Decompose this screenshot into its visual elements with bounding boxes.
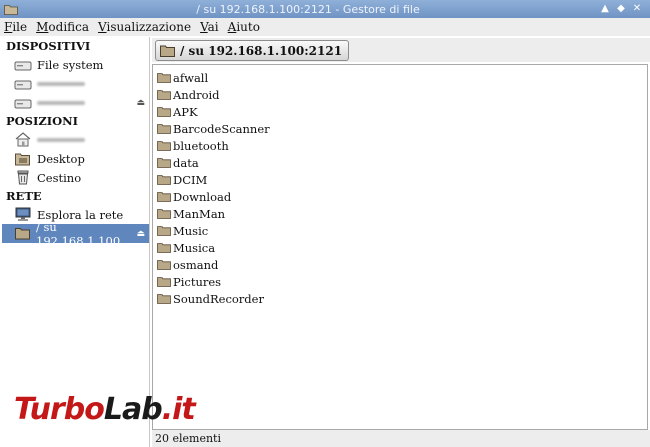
watermark-part: Lab (103, 392, 163, 427)
title-bar: / su 192.168.1.100:2121 - Gestore di fil… (0, 0, 650, 18)
folder-icon (157, 260, 171, 270)
redacted-label (37, 100, 85, 105)
home-icon (14, 132, 32, 148)
menu-edit[interactable]: Modifica (36, 20, 89, 34)
file-row[interactable]: APK (153, 103, 647, 120)
file-row[interactable]: DCIM (153, 171, 647, 188)
folder-icon (157, 226, 171, 236)
file-name: BarcodeScanner (173, 121, 270, 136)
location-bar: / su 192.168.1.100:2121 (152, 38, 650, 62)
path-label: / su 192.168.1.100:2121 (180, 43, 343, 58)
folder-icon (4, 4, 18, 15)
folder-icon (157, 90, 171, 100)
file-name: afwall (173, 70, 209, 85)
section-devices: DISPOSITIVI (6, 39, 91, 53)
file-row[interactable]: osmand (153, 256, 647, 273)
folder-icon (157, 73, 171, 83)
folder-icon (157, 294, 171, 304)
watermark-part: Turbo (14, 392, 105, 427)
folder-icon (157, 158, 171, 168)
file-row[interactable]: Musica (153, 239, 647, 256)
folder-icon (14, 226, 31, 242)
menu-bar: File Modifica Visualizzazione Vai Aiuto (0, 18, 650, 36)
folder-icon (160, 45, 175, 57)
file-row[interactable]: Android (153, 86, 647, 103)
sidebar-item-trash[interactable]: Cestino (2, 168, 149, 187)
folder-icon (157, 209, 171, 219)
eject-icon[interactable]: ⏏ (136, 98, 145, 108)
close-button[interactable]: ✕ (630, 2, 644, 16)
sidebar-item-label: File system (37, 57, 104, 72)
file-row[interactable]: Download (153, 188, 647, 205)
file-name: DCIM (173, 172, 208, 187)
file-name: Android (173, 87, 220, 102)
watermark-logo: TurboLab.it (14, 392, 196, 427)
menu-view[interactable]: Visualizzazione (98, 20, 191, 34)
sidebar-item-label: Desktop (37, 151, 85, 166)
sidebar-item-drive[interactable] (2, 74, 149, 93)
maximize-button[interactable]: ▲ (598, 2, 612, 16)
drive-icon (14, 95, 32, 111)
sidebar-item-label: Cestino (37, 170, 82, 185)
sidebar-item-home[interactable] (2, 130, 149, 149)
sidebar-item-filesystem[interactable]: File system (2, 55, 149, 74)
folder-icon (157, 277, 171, 287)
network-icon (14, 207, 32, 223)
sidebar-item-label: / su 192.168.1.100... (36, 219, 132, 248)
drive-icon (14, 57, 32, 73)
sidebar-item-desktop[interactable]: Desktop (2, 149, 149, 168)
sidebar-item-ftp-mount[interactable]: / su 192.168.1.100... ⏏ (2, 220, 149, 248)
status-bar: 20 elementi (152, 430, 650, 447)
file-name: Download (173, 189, 232, 204)
folder-icon (157, 192, 171, 202)
folder-icon (157, 141, 171, 151)
file-name: Musica (173, 240, 216, 255)
menu-go[interactable]: Vai (200, 20, 219, 34)
file-row[interactable]: Music (153, 222, 647, 239)
file-name: SoundRecorder (173, 291, 264, 306)
menu-help[interactable]: Aiuto (228, 20, 260, 34)
file-row[interactable]: BarcodeScanner (153, 120, 647, 137)
window-title: / su 192.168.1.100:2121 - Gestore di fil… (196, 2, 420, 16)
desktop-icon (14, 151, 32, 167)
drive-icon (14, 76, 32, 92)
file-row[interactable]: SoundRecorder (153, 290, 647, 307)
redacted-label (37, 81, 85, 86)
sidebar: DISPOSITIVI File system ⏏ POSIZIONI Desk… (2, 37, 150, 447)
eject-icon[interactable]: ⏏ (136, 229, 145, 239)
file-row[interactable]: data (153, 154, 647, 171)
folder-icon (157, 175, 171, 185)
restore-button[interactable]: ◆ (614, 2, 628, 16)
menu-file[interactable]: File (4, 20, 27, 34)
folder-icon (157, 124, 171, 134)
file-name: Pictures (173, 274, 222, 289)
file-name: ManMan (173, 206, 226, 221)
folder-icon (157, 243, 171, 253)
trash-icon (14, 170, 32, 186)
file-row[interactable]: Pictures (153, 273, 647, 290)
watermark-part: .it (161, 392, 196, 427)
file-row[interactable]: bluetooth (153, 137, 647, 154)
file-name: Music (173, 223, 209, 238)
file-row[interactable]: afwall (153, 69, 647, 86)
file-list: afwall Android APK BarcodeScanner bluetooth d… (152, 64, 648, 430)
file-name: osmand (173, 257, 219, 272)
sidebar-item-drive-removable[interactable]: ⏏ (2, 93, 149, 112)
file-row[interactable]: ManMan (153, 205, 647, 222)
path-button[interactable]: / su 192.168.1.100:2121 (155, 40, 350, 61)
section-network: RETE (6, 189, 42, 203)
section-places: POSIZIONI (6, 114, 79, 128)
folder-icon (157, 107, 171, 117)
redacted-label (37, 137, 85, 142)
file-name: bluetooth (173, 138, 229, 153)
file-name: APK (173, 104, 198, 119)
file-name: data (173, 155, 199, 170)
status-text: 20 elementi (155, 432, 221, 445)
